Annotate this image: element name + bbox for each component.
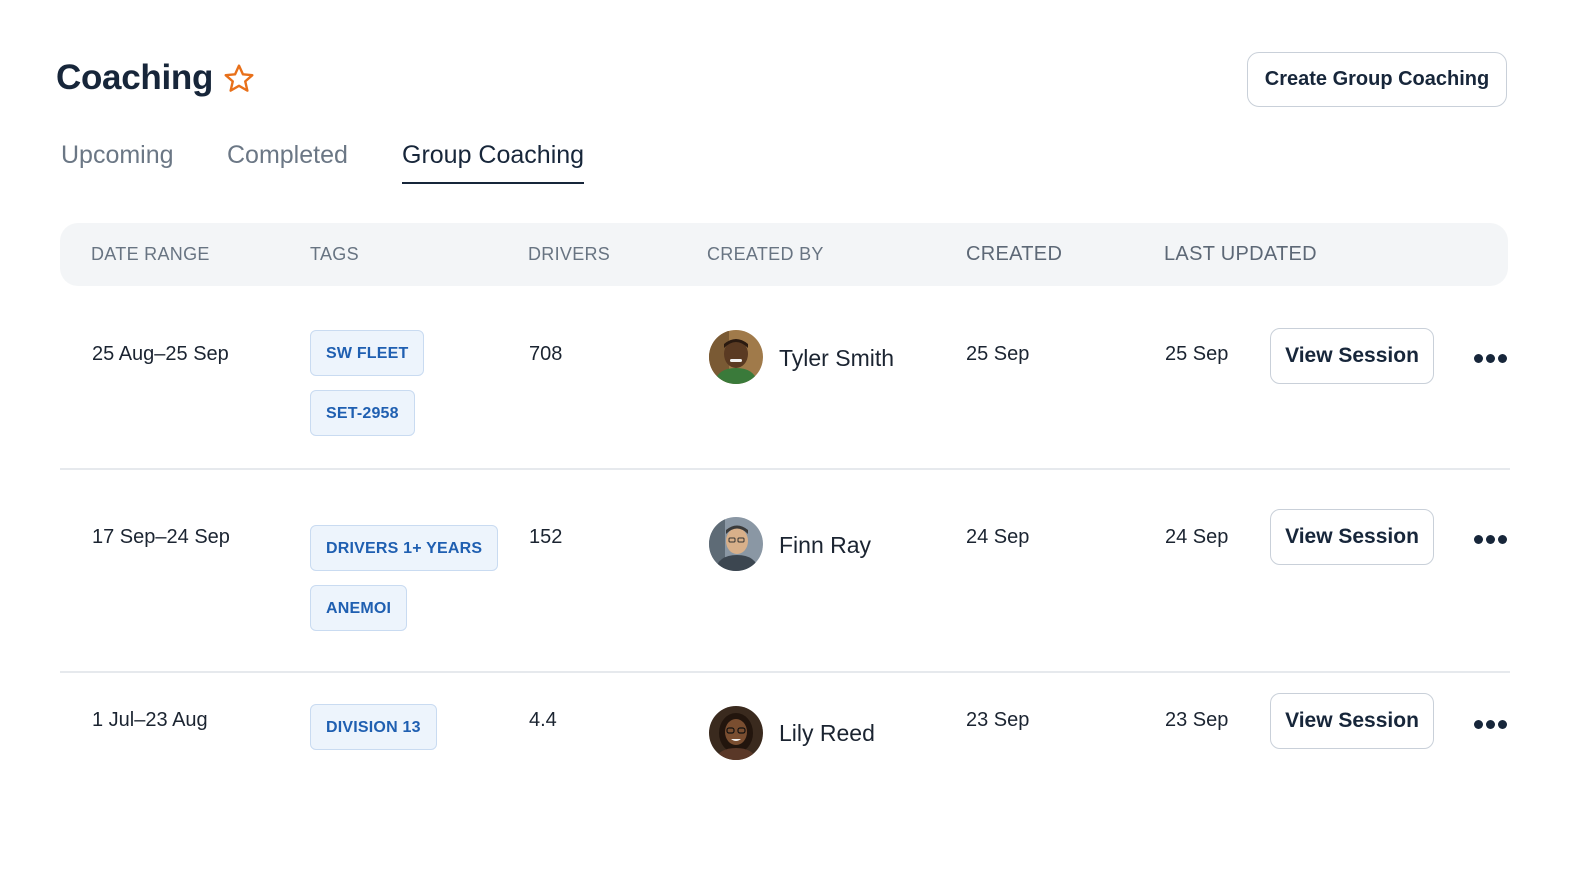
creator-name[interactable]: Finn Ray <box>779 532 871 559</box>
creator-name[interactable]: Tyler Smith <box>779 345 894 372</box>
date-range-cell: 17 Sep–24 Sep <box>92 526 230 548</box>
column-header-created[interactable]: CREATED <box>966 223 1062 286</box>
create-group-coaching-button[interactable]: Create Group Coaching <box>1247 52 1507 107</box>
row-divider <box>60 468 1510 470</box>
created-date-cell: 24 Sep <box>966 526 1030 548</box>
avatar <box>709 517 763 571</box>
more-horizontal-icon[interactable] <box>1474 350 1510 364</box>
tag-badge[interactable]: DIVISION 13 <box>310 704 437 750</box>
tab-upcoming[interactable]: Upcoming <box>61 141 174 182</box>
row-divider <box>60 671 1510 673</box>
drivers-count-cell: 708 <box>529 343 563 365</box>
table-header: DATE RANGE TAGS DRIVERS CREATED BY CREAT… <box>60 223 1508 286</box>
last-updated-cell: 24 Sep <box>1165 526 1229 548</box>
last-updated-cell: 23 Sep <box>1165 709 1229 731</box>
date-range-cell: 1 Jul–23 Aug <box>92 709 208 731</box>
avatar <box>709 330 763 384</box>
tag-badge[interactable]: DRIVERS 1+ YEARS <box>310 525 499 571</box>
tab-completed[interactable]: Completed <box>227 141 348 182</box>
view-session-button[interactable]: View Session <box>1270 509 1434 565</box>
drivers-count-cell: 4.4 <box>529 709 557 731</box>
page-title: Coaching <box>56 58 214 97</box>
more-horizontal-icon[interactable] <box>1474 531 1510 545</box>
last-updated-cell: 25 Sep <box>1165 343 1229 365</box>
date-range-cell: 25 Aug–25 Sep <box>92 343 229 365</box>
view-session-button[interactable]: View Session <box>1270 693 1434 749</box>
column-header-last-updated[interactable]: LAST UPDATED <box>1164 223 1317 286</box>
creator-name[interactable]: Lily Reed <box>779 720 875 747</box>
more-horizontal-icon[interactable] <box>1474 716 1510 730</box>
star-icon[interactable] <box>222 62 256 96</box>
column-header-created-by[interactable]: CREATED BY <box>707 223 824 286</box>
created-date-cell: 23 Sep <box>966 709 1030 731</box>
avatar <box>709 706 763 760</box>
tag-badge[interactable]: SW FLEET <box>310 330 425 376</box>
tag-badge[interactable]: SET-2958 <box>310 390 415 436</box>
tab-group-coaching[interactable]: Group Coaching <box>402 141 585 184</box>
created-date-cell: 25 Sep <box>966 343 1030 365</box>
column-header-drivers[interactable]: DRIVERS <box>528 223 610 286</box>
tag-badge[interactable]: ANEMOI <box>310 585 408 631</box>
drivers-count-cell: 152 <box>529 526 563 548</box>
column-header-tags[interactable]: TAGS <box>310 223 359 286</box>
column-header-date-range[interactable]: DATE RANGE <box>91 223 210 286</box>
view-session-button[interactable]: View Session <box>1270 328 1434 384</box>
